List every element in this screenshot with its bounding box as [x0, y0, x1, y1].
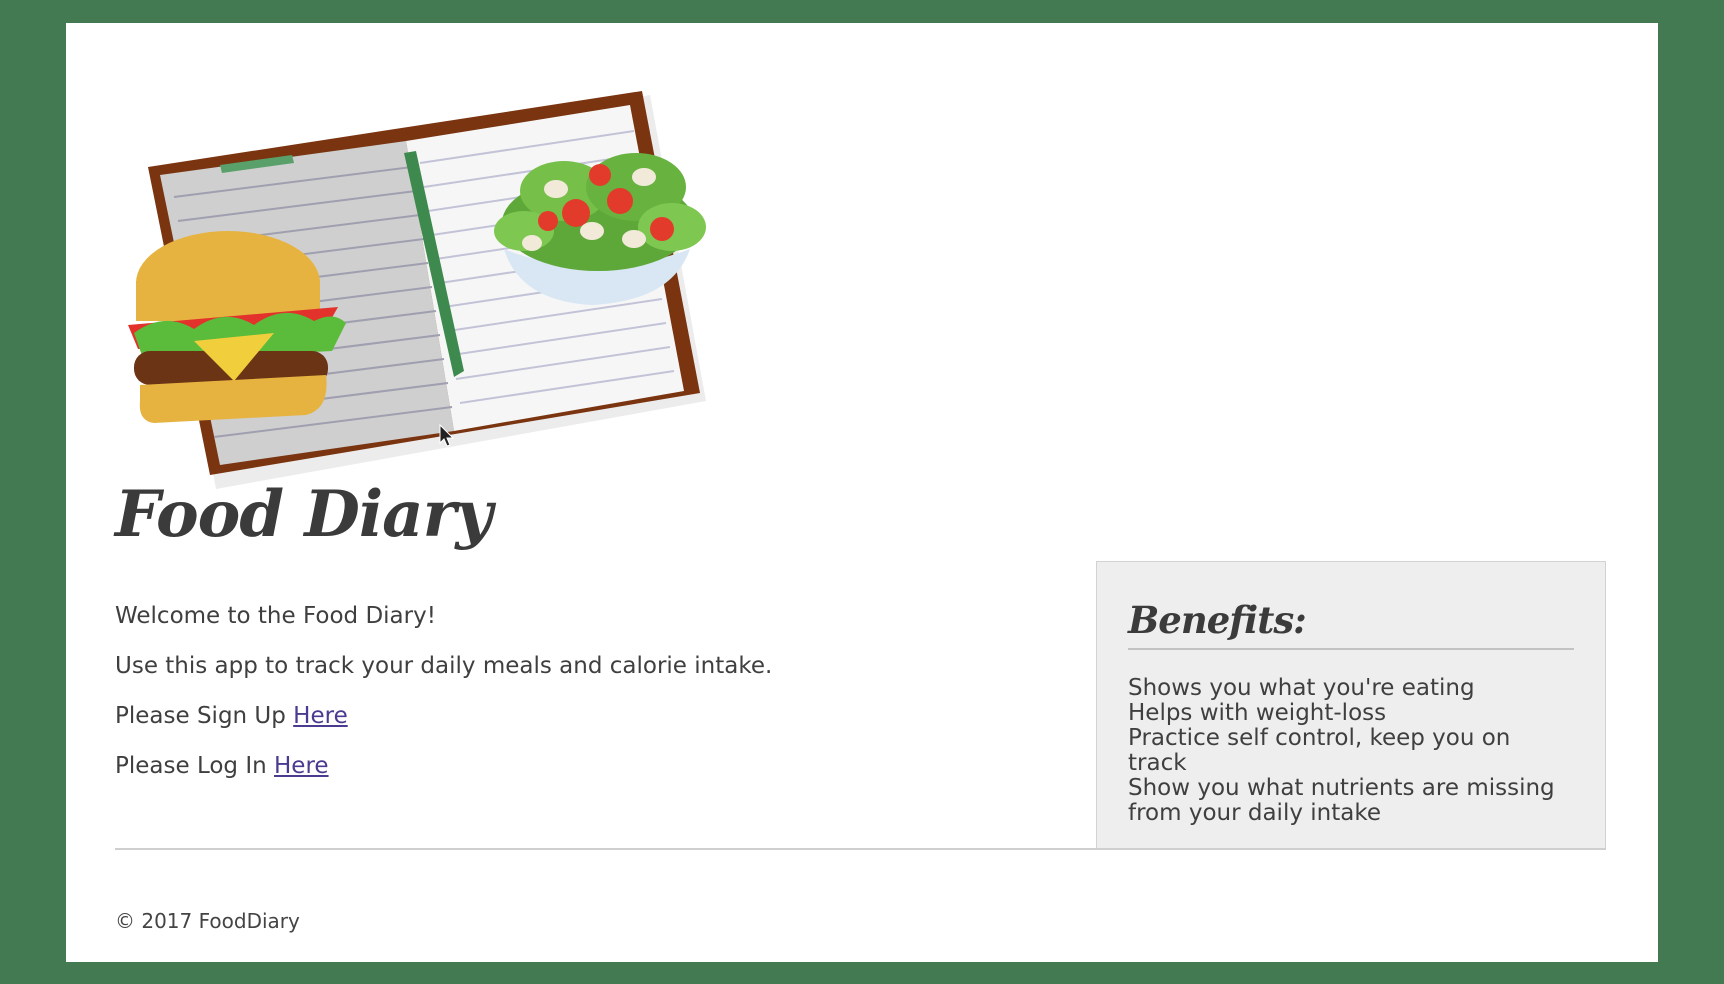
intro-section: Welcome to the Food Diary! Use this app …: [115, 603, 1075, 803]
benefits-list: Shows you what you're eating Helps with …: [1128, 676, 1574, 826]
mouse-cursor-icon: [439, 423, 455, 452]
benefits-heading: Benefits:: [1128, 562, 1574, 650]
welcome-text: Welcome to the Food Diary!: [115, 603, 436, 629]
benefit-item: Show you what nutrients are missing: [1128, 775, 1555, 801]
description-text: Use this app to track your daily meals a…: [115, 653, 773, 679]
benefit-item: Helps with weight-loss: [1128, 700, 1387, 726]
footer-divider: [115, 848, 1606, 850]
login-link[interactable]: Here: [274, 753, 329, 779]
signup-prefix: Please Sign Up: [115, 703, 294, 729]
signup-line: Please Sign Up Here: [115, 703, 1075, 730]
signup-link[interactable]: Here: [293, 703, 348, 729]
benefit-item: Shows you what you're eating: [1128, 675, 1475, 701]
benefit-item: Practice self control, keep you on track: [1128, 725, 1511, 776]
page-container: Food Diary Welcome to the Food Diary! Us…: [66, 23, 1658, 962]
login-line: Please Log In Here: [115, 753, 1075, 780]
footer-copyright: © 2017 FoodDiary: [115, 909, 300, 933]
benefit-item: from your daily intake: [1128, 800, 1381, 826]
site-title: Food Diary: [115, 477, 493, 552]
login-prefix: Please Log In: [115, 753, 275, 779]
benefits-panel: Benefits: Shows you what you're eating H…: [1096, 561, 1606, 849]
